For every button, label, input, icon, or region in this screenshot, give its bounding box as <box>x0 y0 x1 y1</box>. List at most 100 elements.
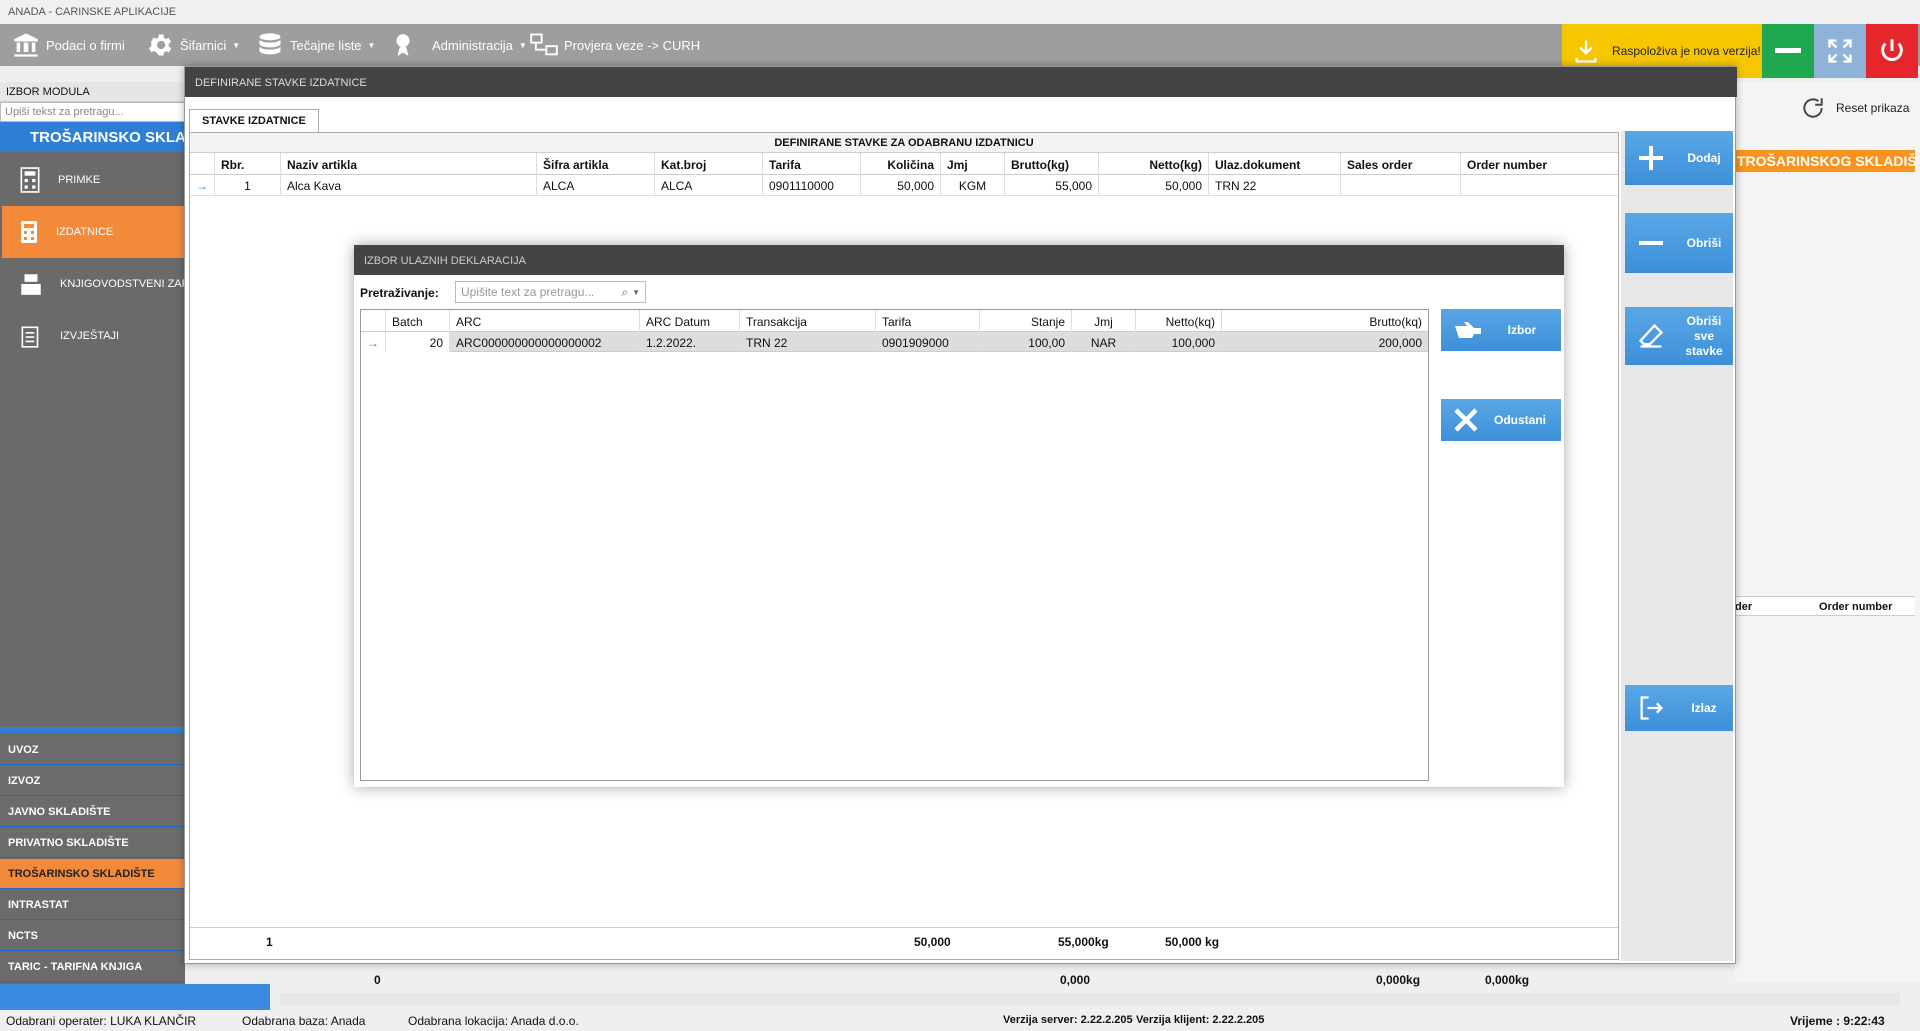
cancel-button[interactable]: Odustani <box>1441 399 1561 441</box>
menu-administration[interactable]: Administracija ▼ <box>390 24 527 66</box>
horizontal-scrollbar[interactable] <box>280 993 1900 1005</box>
gear-icon <box>148 34 172 56</box>
dialog-title: DEFINIRANE STAVKE IZDATNICE <box>185 67 1737 97</box>
col-batch[interactable]: Batch <box>385 310 449 332</box>
menu-check-connection[interactable]: Provjera veze -> CURH <box>530 24 700 66</box>
bank-icon <box>14 33 38 57</box>
module-item-izdatnice[interactable]: IZDATNICE <box>2 206 185 258</box>
network-icon <box>530 33 558 56</box>
reset-view-button[interactable]: Reset prikaza <box>1800 95 1909 121</box>
splitter[interactable] <box>0 727 185 733</box>
col-order-number[interactable]: Order number <box>1460 153 1618 175</box>
col-naziv[interactable]: Naziv artikla <box>280 153 536 175</box>
dialog-action-column: Dodaj Obriši Obriši sve stavke Izlaz <box>1621 131 1733 961</box>
maximize-button[interactable] <box>1814 24 1866 78</box>
module-title: TROŠARINSKO SKLADIŠTE <box>0 122 185 152</box>
nav-taric[interactable]: TARIC - TARIFNA KNJIGA <box>0 952 185 982</box>
col-netto[interactable]: Netto(kg) <box>1098 153 1208 175</box>
col-transakcija[interactable]: Transakcija <box>739 310 875 332</box>
cash-register-icon <box>21 274 41 295</box>
col-katbroj[interactable]: Kat.broj <box>654 153 762 175</box>
minimize-button[interactable] <box>1762 24 1814 78</box>
col-kolicina[interactable]: Količina <box>860 153 940 175</box>
app-title: ANADA - CARINSKE APLIKACIJE <box>0 0 1920 24</box>
nav-ncts[interactable]: NCTS <box>0 921 185 951</box>
calculator-icon <box>21 221 37 243</box>
module-item-reports[interactable]: IZVJEŠTAJI <box>2 310 185 362</box>
delete-all-button[interactable]: Obriši sve stavke <box>1625 307 1733 365</box>
delete-button[interactable]: Obriši <box>1625 213 1733 273</box>
module-search-input[interactable]: Upiši tekst za pretragu... <box>0 102 185 122</box>
declarations-grid: Batch ARC ARC Datum Transakcija Tarifa S… <box>360 309 1429 781</box>
col-brutto[interactable]: Brutto(kq) <box>1221 310 1428 332</box>
left-footer-bar <box>0 984 270 1010</box>
col-ulaz-dokument[interactable]: Ulaz.dokument <box>1208 153 1340 175</box>
download-icon <box>1575 40 1597 63</box>
col-brutto[interactable]: Brutto(kg) <box>1004 153 1098 175</box>
col-sifra[interactable]: Šifra artikla <box>536 153 654 175</box>
chevron-down-icon[interactable]: ▼ <box>632 288 640 297</box>
exit-button[interactable]: Izlaz <box>1625 685 1733 731</box>
nav-javno-skladiste[interactable]: JAVNO SKLADIŠTE <box>0 797 185 827</box>
calculator-icon <box>20 167 40 193</box>
col-jmj[interactable]: Jmj <box>940 153 1004 175</box>
col-stanje[interactable]: Stanje <box>979 310 1071 332</box>
row-indicator-icon: → <box>361 332 385 352</box>
declarations-header-row: Batch ARC ARC Datum Transakcija Tarifa S… <box>361 310 1428 332</box>
col-sales-order[interactable]: Sales order <box>1340 153 1460 175</box>
document-icon <box>21 326 39 348</box>
grid-caption: DEFINIRANE STAVKE ZA ODABRANU IZDATNICU <box>190 133 1618 153</box>
inner-dialog-title: IZBOR ULAZNIH DEKLARACIJA <box>354 245 1564 275</box>
menu-company-info[interactable]: Podaci o firmi <box>12 24 125 66</box>
background-right-panel <box>1735 82 1920 982</box>
nav-trosarinsko-skladiste[interactable]: TROŠARINSKO SKLADIŠTE <box>0 859 185 889</box>
close-button[interactable] <box>1866 24 1918 78</box>
exit-icon <box>1640 696 1664 720</box>
col-netto[interactable]: Netto(kq) <box>1135 310 1221 332</box>
background-module-strip: TROŠARINSKOG SKLADIŠTA <box>1735 150 1915 172</box>
close-icon <box>1454 408 1478 432</box>
declaration-picker-dialog: IZBOR ULAZNIH DEKLARACIJA Pretraživanje:… <box>354 245 1564 787</box>
minus-icon <box>1639 241 1663 245</box>
expand-icon <box>1828 39 1852 63</box>
select-button[interactable]: Izbor <box>1441 309 1561 351</box>
table-row[interactable]: → 1 Alca Kava ALCA ALCA 0901110000 50,00… <box>190 175 1618 196</box>
pointing-hand-icon <box>1455 322 1481 338</box>
database-icon <box>259 33 281 55</box>
module-item-bookkeeping[interactable]: KNJIGOVODSTVENI ZAPISI <box>2 258 185 310</box>
nav-uvoz[interactable]: UVOZ <box>0 735 185 765</box>
module-item-primke[interactable]: PRIMKE <box>2 154 185 206</box>
minimize-icon <box>1775 48 1801 53</box>
row-indicator-icon: → <box>196 179 208 193</box>
grid-header-row: Rbr. Naziv artikla Šifra artikla Kat.bro… <box>190 153 1618 175</box>
nav-intrastat[interactable]: INTRASTAT <box>0 890 185 920</box>
chevron-down-icon: ▼ <box>232 40 241 50</box>
plus-icon <box>1639 146 1663 170</box>
chevron-down-icon: ▼ <box>518 40 527 50</box>
tab-items[interactable]: STAVKE IZDATNICE <box>189 109 319 133</box>
award-icon <box>396 34 410 56</box>
grid-totals: 1 50,000 55,000kg 50,000 kg <box>190 927 1618 953</box>
col-arc-datum[interactable]: ARC Datum <box>639 310 739 332</box>
search-icon[interactable]: ⌕ <box>621 285 628 300</box>
menu-codebooks[interactable]: Šifarnici ▼ <box>146 24 240 66</box>
power-icon <box>1881 39 1903 61</box>
chevron-down-icon: ▼ <box>367 40 376 50</box>
search-label: Pretraživanje: <box>360 286 439 300</box>
nav-izvoz[interactable]: IZVOZ <box>0 766 185 796</box>
background-table-header: der Order number <box>1735 596 1915 616</box>
add-button[interactable]: Dodaj <box>1625 131 1733 185</box>
nav-privatno-skladiste[interactable]: PRIVATNO SKLADIŠTE <box>0 828 185 858</box>
col-jmj[interactable]: Jmj <box>1071 310 1135 332</box>
search-input[interactable]: Upišite text za pretragu... ⌕ ▼ <box>455 281 646 303</box>
table-row[interactable]: → 20 ARC000000000000000002 1.2.2022. TRN… <box>361 332 1428 352</box>
module-selector-header: IZBOR MODULA <box>0 82 185 102</box>
col-arc[interactable]: ARC <box>449 310 639 332</box>
col-rbr[interactable]: Rbr. <box>214 153 280 175</box>
status-bar: Odabrani operater: LUKA KLANČIR Odabrana… <box>0 1010 1920 1031</box>
refresh-icon <box>1803 98 1823 118</box>
background-totals: 0 0,000 0,000kg 0,000kg <box>374 973 1530 987</box>
col-tarifa[interactable]: Tarifa <box>762 153 860 175</box>
menu-exchange-rates[interactable]: Tečajne liste ▼ <box>256 24 375 66</box>
col-tarifa[interactable]: Tarifa <box>875 310 979 332</box>
